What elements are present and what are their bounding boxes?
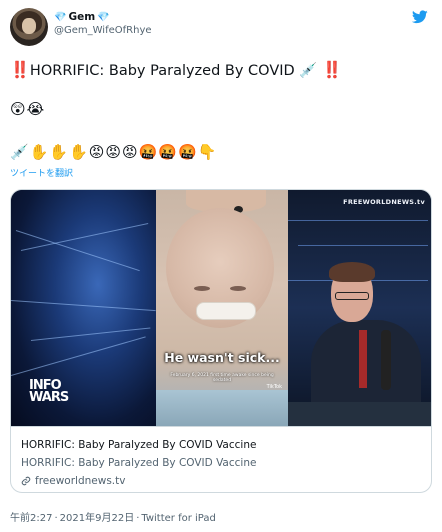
tweet-header: 💎 Gem 💎 @Gem_WifeOfRhye bbox=[10, 8, 432, 48]
video-subcaption: February 6, 2021 first time awake since … bbox=[170, 373, 274, 383]
anchor-hair bbox=[329, 262, 375, 282]
twitter-bird-icon[interactable] bbox=[412, 10, 428, 24]
anchor-glasses bbox=[335, 292, 369, 300]
link-icon bbox=[21, 476, 31, 486]
display-name-text: Gem bbox=[68, 11, 96, 23]
blanket bbox=[156, 390, 288, 426]
tweet-time[interactable]: 午前2:27 bbox=[10, 513, 52, 524]
link-card[interactable]: INFO WARS He wasn't sick... February 6, … bbox=[10, 189, 432, 493]
double-exclamation-emoji: ‼️ bbox=[10, 60, 30, 79]
avatar[interactable] bbox=[10, 8, 48, 46]
infowars-logo: INFO WARS bbox=[29, 379, 69, 405]
infowars-logo-line2: WARS bbox=[29, 390, 69, 405]
feeding-tube-tape bbox=[196, 302, 256, 320]
tweet-date[interactable]: 2021年9月22日 bbox=[60, 513, 135, 524]
microphone bbox=[381, 330, 391, 390]
diamond-emoji-right: 💎 bbox=[97, 11, 110, 23]
card-domain[interactable]: freeworldnews.tv bbox=[21, 473, 421, 489]
tiktok-watermark: TikTok bbox=[266, 384, 282, 390]
tweet-source[interactable]: Twitter for iPad bbox=[141, 513, 215, 524]
syringe-emoji: 💉 bbox=[299, 63, 318, 79]
card-info[interactable]: HORRIFIC: Baby Paralyzed By COVID Vaccin… bbox=[11, 426, 431, 489]
diamond-emoji-left: 💎 bbox=[54, 11, 67, 23]
separator: · bbox=[54, 513, 58, 524]
anchor-tie bbox=[359, 330, 367, 388]
studio-desk bbox=[288, 402, 431, 426]
video-caption: He wasn't sick... bbox=[164, 350, 280, 365]
card-title[interactable]: HORRIFIC: Baby Paralyzed By COVID Vaccin… bbox=[21, 437, 421, 453]
tweet-text: ‼️ HORRIFIC: Baby Paralyzed By COVID 💉 ‼️ bbox=[10, 60, 430, 81]
separator-2: · bbox=[136, 513, 140, 524]
card-domain-text: freeworldnews.tv bbox=[35, 475, 126, 487]
tweet-timestamp[interactable]: 午前2:27 · 2021年9月22日 · Twitter for iPad bbox=[10, 509, 216, 524]
baby-video-frame: He wasn't sick... February 6, 2021 first… bbox=[156, 190, 288, 426]
double-exclamation-emoji-right: ‼️ bbox=[321, 60, 342, 79]
freeworldnews-watermark: FREEWORLDNEWS.tv bbox=[343, 198, 425, 206]
tweet-headline: HORRIFIC: Baby Paralyzed By COVID bbox=[29, 63, 295, 79]
card-description: HORRIFIC: Baby Paralyzed By COVID Vaccin… bbox=[21, 457, 257, 469]
emoji-line-2: 💉✋✋✋😡😡😡🤬🤬🤬👇 bbox=[10, 143, 218, 161]
card-media-image[interactable]: INFO WARS He wasn't sick... February 6, … bbox=[11, 190, 431, 426]
translate-tweet-link[interactable]: ツイートを翻訳 bbox=[10, 166, 73, 179]
user-handle[interactable]: @Gem_WifeOfRhye bbox=[54, 25, 152, 36]
display-name[interactable]: 💎 Gem 💎 bbox=[54, 11, 152, 23]
emoji-line-1: 😲😭 bbox=[10, 100, 46, 118]
user-name-block[interactable]: 💎 Gem 💎 @Gem_WifeOfRhye bbox=[54, 11, 152, 36]
